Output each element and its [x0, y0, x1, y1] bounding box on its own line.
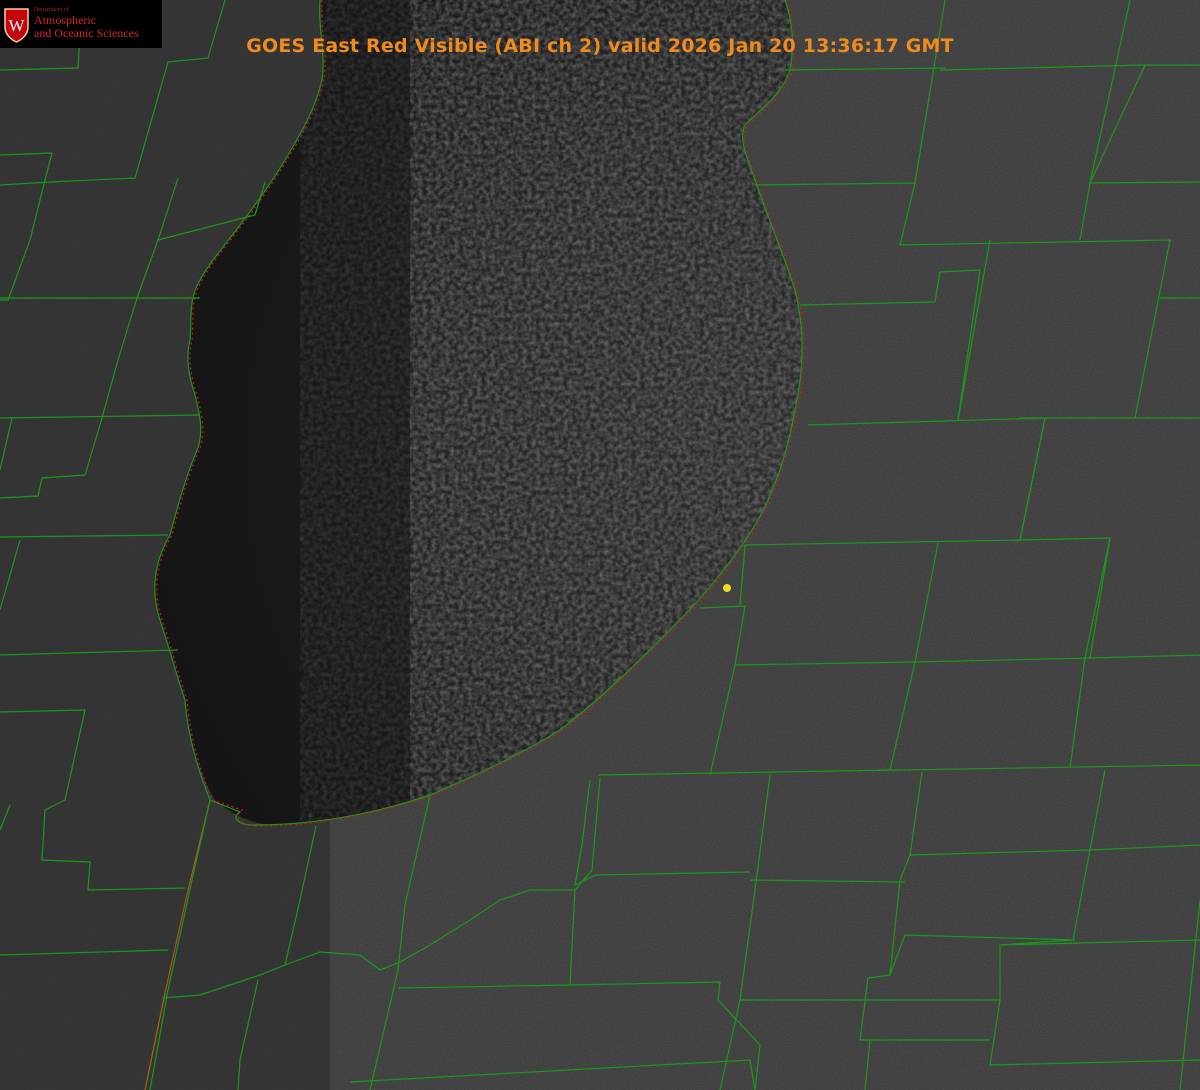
station-marker [723, 584, 731, 592]
map-title: GOES East Red Visible (ABI ch 2) valid 2… [246, 35, 954, 57]
satellite-map-view: GOES East Red Visible (ABI ch 2) valid 2… [0, 0, 1200, 1090]
department-logo: W Department of Atmospheric and Oceanic … [0, 0, 162, 48]
logo-line-2: and Oceanic Sciences [34, 26, 139, 40]
university-crest-icon: W [4, 8, 29, 43]
crest-letter: W [8, 16, 25, 35]
satellite-image [0, 0, 1200, 1090]
